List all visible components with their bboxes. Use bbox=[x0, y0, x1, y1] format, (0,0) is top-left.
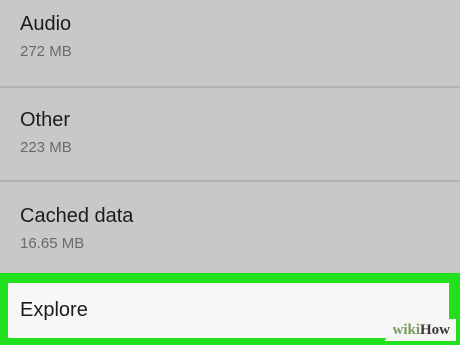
storage-item-label: Other bbox=[20, 109, 71, 131]
divider bbox=[0, 180, 460, 182]
storage-item-label: Audio bbox=[20, 13, 72, 35]
explore-button[interactable]: Explore bbox=[8, 283, 449, 338]
storage-item-size: 16.65 MB bbox=[20, 235, 85, 252]
storage-item-label: Cached data bbox=[20, 205, 134, 227]
storage-item-size: 223 MB bbox=[20, 139, 72, 156]
storage-item-other[interactable]: Other 223 MB bbox=[0, 108, 460, 157]
storage-item-cached-data[interactable]: Cached data 16.65 MB bbox=[0, 204, 460, 253]
storage-item-audio[interactable]: Audio 272 MB bbox=[0, 12, 460, 61]
divider bbox=[0, 86, 460, 88]
watermark-wiki-text: wiki bbox=[392, 321, 420, 338]
explore-label: Explore bbox=[20, 299, 88, 321]
storage-screen: Audio 272 MB Other 223 MB Cached data 16… bbox=[0, 0, 460, 345]
storage-item-size: 272 MB bbox=[20, 43, 72, 60]
watermark-how-text: How bbox=[420, 321, 450, 338]
